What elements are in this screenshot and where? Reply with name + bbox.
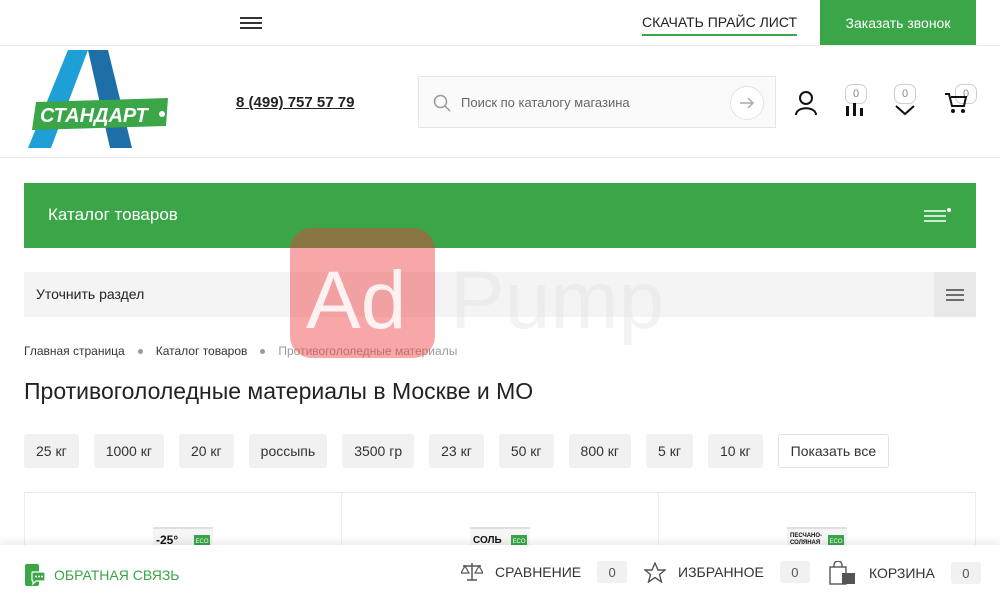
user-account-icon[interactable] [793,90,819,116]
bottom-bar: ОБРАТНАЯ СВЯЗЬ СРАВНЕНИЕ 0 ИЗБРАННОЕ 0 К… [0,545,1000,600]
bottom-compare-link[interactable]: СРАВНЕНИЕ 0 [461,561,628,583]
list-menu-icon [946,288,964,301]
product-card[interactable]: ПЕСЧАНО-СОЛЯНАЯ ECO [659,493,975,553]
page-title: Противогололедные материалы в Москве и М… [24,378,534,404]
compare-count: 0 [597,561,628,583]
request-call-button[interactable]: Заказать звонок [820,0,976,45]
phone-number-link[interactable]: 8 (499) 757 57 79 [236,94,354,111]
filter-tag[interactable]: 800 кг [568,434,632,468]
standart-logo[interactable]: СТАНДАРТ [26,50,171,150]
refine-section-label: Уточнить раздел [36,286,145,302]
shopping-bag-icon [829,561,855,585]
filter-tag[interactable]: 3500 гр [342,434,415,468]
scales-icon [461,563,483,581]
search-icon [433,94,451,112]
bottom-cart-link[interactable]: КОРЗИНА 0 [829,561,981,585]
catalog-menu-icon[interactable] [924,208,952,224]
filter-tags: 25 кг 1000 кг 20 кг россыпь 3500 гр 23 к… [24,434,890,468]
logo-text: СТАНДАРТ [40,105,149,127]
cart-count: 0 [950,562,981,584]
download-price-list-link[interactable]: СКАЧАТЬ ПРАЙС ЛИСТ [642,14,798,36]
filter-tag[interactable]: 10 кг [707,434,763,468]
cart-icon[interactable] [944,92,968,114]
compare-count-badge: 0 [845,84,867,104]
catalog-bar[interactable]: Каталог товаров [24,183,976,248]
refine-section-bar[interactable]: Уточнить раздел [24,272,976,317]
filter-tag[interactable]: 23 кг [429,434,484,468]
favorites-count: 0 [779,561,810,583]
favorites-label: ИЗБРАННОЕ [678,564,764,580]
arrow-right-icon [740,97,755,109]
catalog-search [418,76,776,128]
breadcrumb: Главная страница Каталог товаров Противо… [24,344,457,358]
favorites-heart-icon[interactable] [894,104,916,116]
cart-label: КОРЗИНА [869,565,935,581]
search-submit-button[interactable] [730,86,764,120]
breadcrumb-current: Противогололедные материалы [278,344,458,358]
menu-burger-icon[interactable] [240,17,262,29]
top-bar: СКАЧАТЬ ПРАЙС ЛИСТ Заказать звонок [0,0,1000,46]
feedback-label: ОБРАТНАЯ СВЯЗЬ [54,567,180,583]
filter-tag[interactable]: 50 кг [498,434,554,468]
breadcrumb-separator [137,348,143,354]
favorites-count-badge: 0 [894,84,916,104]
feedback-link[interactable]: ОБРАТНАЯ СВЯЗЬ [24,563,179,587]
star-icon [644,561,666,583]
feedback-chat-icon [25,564,46,586]
show-all-tags-button[interactable]: Показать все [777,434,890,468]
filter-tag[interactable]: 5 кг [646,434,693,468]
breadcrumb-separator [260,348,266,354]
refine-menu-button[interactable] [934,272,976,317]
compare-label: СРАВНЕНИЕ [495,564,582,580]
catalog-title: Каталог товаров [48,205,178,224]
product-grid: -25° ECO СОЛЬ ECO ПЕСЧАНО-СОЛЯНАЯ ECO [24,492,976,553]
filter-tag[interactable]: 20 кг [178,434,234,468]
search-input[interactable] [461,77,721,127]
bottom-favorites-link[interactable]: ИЗБРАННОЕ 0 [644,561,810,583]
filter-tag[interactable]: 1000 кг [93,434,164,468]
breadcrumb-home[interactable]: Главная страница [24,344,125,358]
filter-tag[interactable]: россыпь [248,434,328,468]
site-header: СТАНДАРТ 8 (499) 757 57 79 0 0 0 [0,46,1000,158]
compare-bars-icon[interactable] [843,102,867,116]
filter-tag[interactable]: 25 кг [24,434,79,468]
breadcrumb-catalog[interactable]: Каталог товаров [156,344,248,358]
product-card[interactable]: СОЛЬ ECO [342,493,659,553]
product-card[interactable]: -25° ECO [25,493,342,553]
